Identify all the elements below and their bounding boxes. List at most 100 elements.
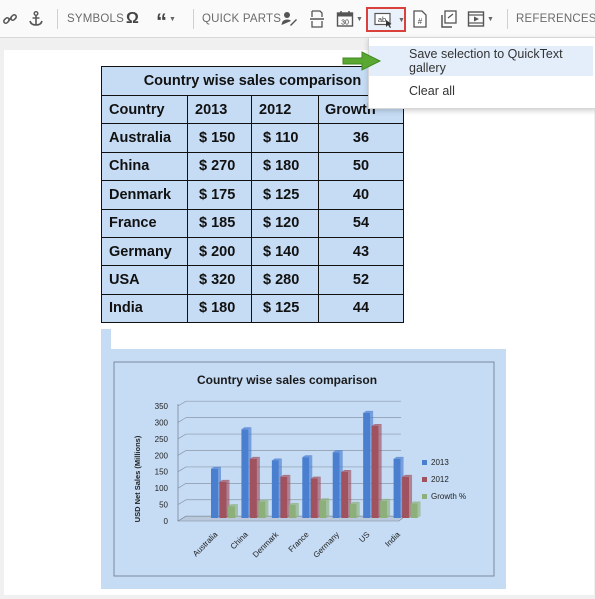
legend-label: 2013 [431,458,449,467]
country-cell: China [101,151,188,182]
bar-side [295,502,299,518]
table-row: France $ 185 $ 120 54 [101,208,404,238]
menu-item-clear-all[interactable]: Clear all [369,76,593,106]
legend-swatch [422,460,427,465]
y-tick-label: 50 [159,501,168,510]
menu-item-label: Clear all [409,84,455,98]
bar [402,476,410,518]
legend-swatch [422,477,427,482]
symbols-label: SYMBOLS [67,8,124,30]
header-cell: Country [101,94,188,125]
references-label-text: REFERENCES [516,13,595,25]
bar [211,468,218,518]
y-tick-label: 150 [155,468,169,477]
table-row: Australia $ 150 $ 110 36 [101,123,404,153]
legend-label: Growth % [431,492,466,501]
bar [249,458,257,518]
bar [310,478,318,518]
bar [258,501,266,518]
growth-cell: 54 [318,208,404,238]
value-cell: $ 110 [251,123,319,153]
value-cell: $ 180 [187,293,252,324]
bar [241,429,249,518]
bar [280,476,288,518]
page-break-icon[interactable] [309,8,325,30]
toolbar-separator [193,9,194,29]
country-cell: Denmark [101,180,188,210]
y-tick-label: 200 [155,451,169,460]
omega-icon[interactable]: Ω [126,8,139,30]
bar [288,504,296,518]
legend-swatch [422,494,427,499]
y-tick-label: 0 [164,517,169,526]
quick-parts-label-text: QUICK PARTS [202,13,282,25]
quick-parts-label: QUICK PARTS [202,8,281,30]
y-tick-label: 300 [155,418,169,427]
header-cell: 2013 [187,94,252,125]
menu-item-label: Save selection to QuickText gallery [409,47,563,75]
references-label: REFERENCES [516,8,595,30]
growth-cell: 50 [318,151,404,182]
growth-cell: 40 [318,180,404,210]
bar-side [235,504,238,518]
bar [271,460,279,518]
bar [371,426,379,518]
value-cell: $ 150 [187,123,252,153]
value-cell: $ 185 [187,208,252,238]
bar-side [265,499,269,518]
value-cell: $ 140 [251,236,319,267]
country-cell: Germany [101,236,188,267]
growth-cell: 44 [318,293,404,324]
calendar-number: 30 [341,20,349,27]
country-cell: France [101,208,188,238]
bar [380,500,388,518]
editor-toolbar: SYMBOLS Ω “▼ QUICK PARTS 30 ▼ ab ▼ # ▼ R… [0,0,595,38]
menu-item-save-selection[interactable]: Save selection to QuickText gallery [369,46,593,76]
bar-side [387,498,391,518]
signature-icon[interactable] [280,8,298,30]
bar [341,472,349,518]
bar [228,506,235,518]
bar-side [417,501,421,518]
value-cell: $ 180 [251,151,319,182]
toolbar-separator [507,9,508,29]
value-cell: $ 175 [187,180,252,210]
hash-field-icon[interactable]: # [413,8,427,30]
quicktext-dropdown-menu: Save selection to QuickText gallery Clea… [368,37,595,109]
value-cell: $ 280 [251,265,319,295]
bar-side [356,501,360,518]
bar [363,412,371,518]
y-tick-label: 250 [155,435,169,444]
quicktext-button[interactable]: ab ▼ [366,7,406,32]
chevron-down-icon: ▼ [398,17,405,24]
bar [319,500,327,518]
bar [219,481,227,518]
chevron-down-icon: ▼ [169,15,176,23]
video-icon[interactable]: ▼ [467,8,494,30]
value-cell: $ 270 [187,151,252,182]
calendar-icon[interactable]: 30 ▼ [336,8,363,30]
copy-object-icon[interactable] [440,8,458,30]
country-cell: India [101,293,188,324]
quote-icon[interactable]: “▼ [156,8,176,33]
growth-cell: 43 [318,236,404,267]
growth-cell: 52 [318,265,404,295]
symbols-label-text: SYMBOLS [67,13,125,25]
sales-chart[interactable]: Country wise sales comparison USD Net Sa… [101,349,506,589]
country-cell: Australia [101,123,188,153]
selection-highlight [101,329,111,349]
toolbar-separator [57,9,58,29]
table-row: India $ 180 $ 125 44 [101,293,404,324]
value-cell: $ 125 [251,293,319,324]
value-cell: $ 200 [187,236,252,267]
sales-table[interactable]: Country wise sales comparison Country 20… [101,66,404,324]
table-header-row: Country 2013 2012 Growth % [101,94,404,125]
chart-container[interactable]: Country wise sales comparison USD Net Sa… [101,349,506,589]
green-arrow-icon [342,51,382,71]
chart-title: Country wise sales comparison [197,373,377,387]
bar [332,452,340,518]
link-icon[interactable] [2,8,18,30]
bar [302,457,310,518]
legend-label: 2012 [431,475,449,484]
anchor-icon[interactable] [27,8,45,30]
